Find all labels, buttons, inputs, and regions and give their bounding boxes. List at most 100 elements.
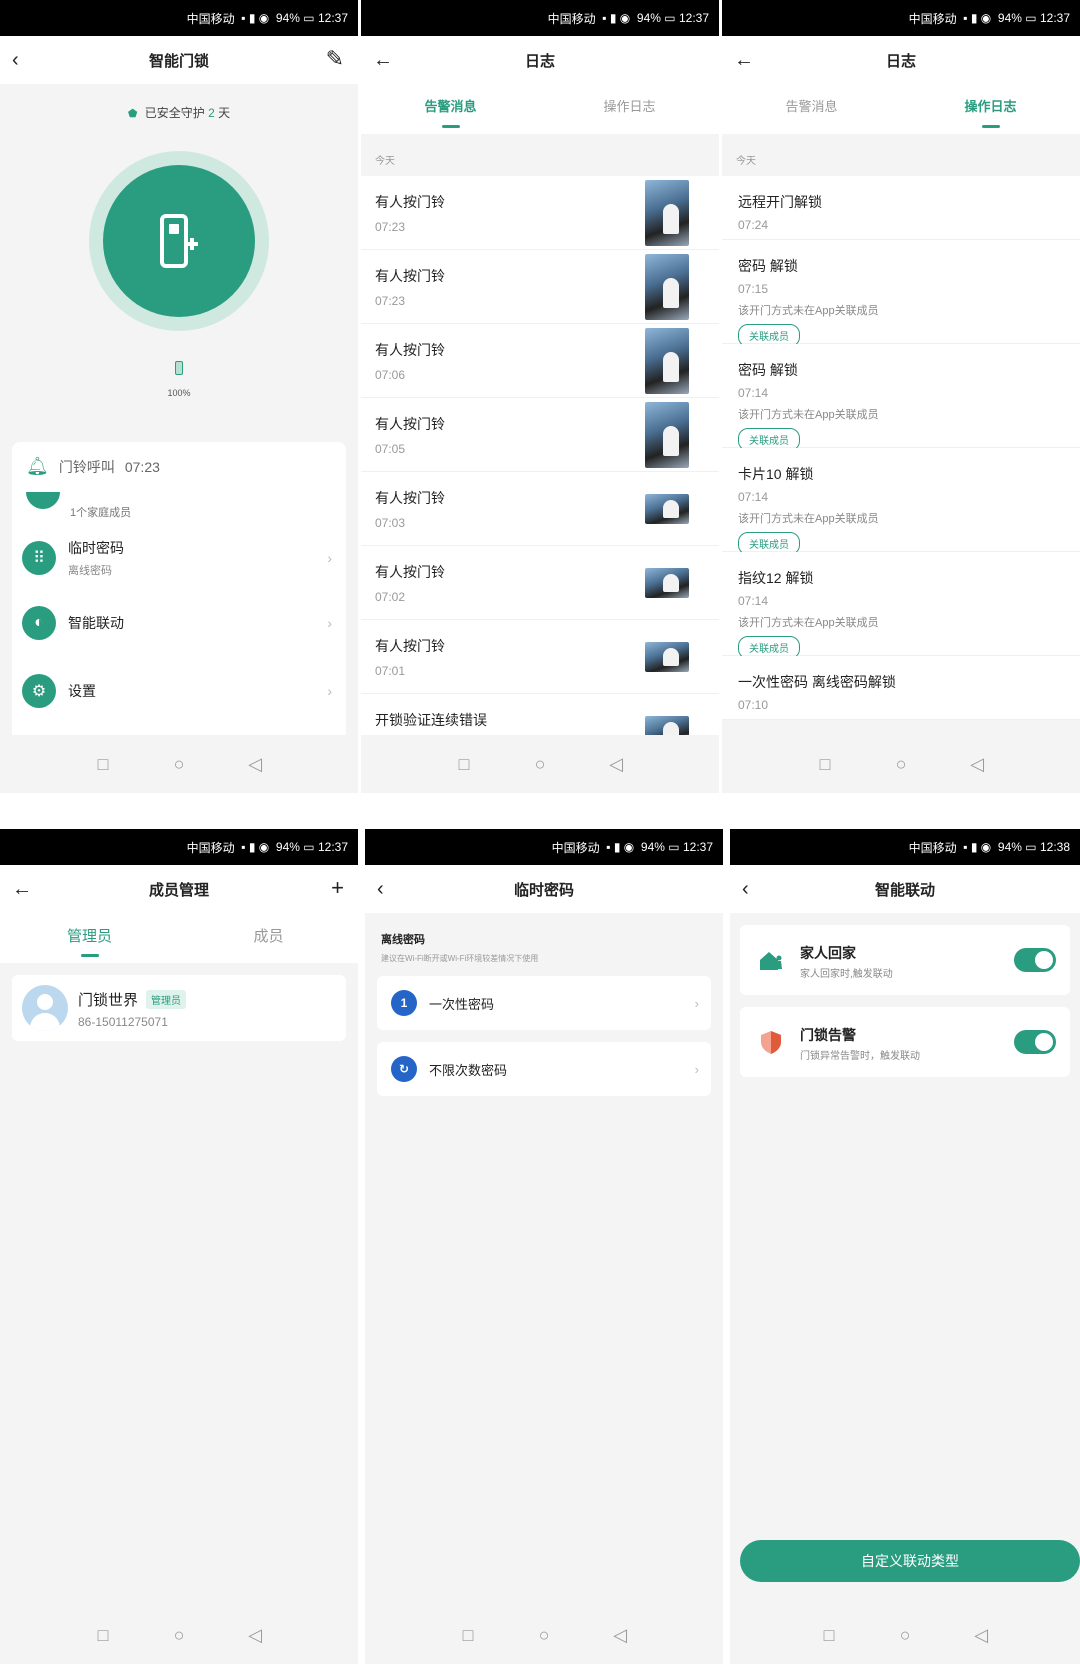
operation-row: 密码 解锁 07:14 该开门方式未在App关联成员 关联成员	[722, 344, 1080, 451]
back-triangle-icon[interactable]: ◁	[970, 1625, 992, 1646]
bell-icon: 🔔︎	[26, 456, 49, 476]
menu-settings[interactable]: ⚙ 设置 ›	[22, 674, 336, 708]
op-title: 一次性密码 离线密码解锁	[738, 674, 896, 690]
back-arrow-icon[interactable]: ←	[373, 48, 393, 72]
unlimited-password-item[interactable]: ↻ 不限次数密码 ›	[377, 1042, 711, 1096]
recent-apps-icon[interactable]: □	[814, 754, 836, 775]
tab-alarms[interactable]: 告警消息	[722, 84, 901, 134]
tab-operations[interactable]: 操作日志	[540, 84, 719, 134]
menu-temp-password[interactable]: ⠿ 临时密码 离线密码 ›	[22, 538, 336, 578]
chevron-right-icon: ›	[694, 995, 699, 1011]
menu-label: 智能联动	[68, 615, 124, 631]
members-sub: 1个家庭成员	[70, 507, 132, 519]
system-nav-bar: □ ○ ◁	[722, 735, 1080, 793]
home-icon[interactable]: ○	[168, 1625, 190, 1646]
lock-alarm-toggle[interactable]	[1014, 1030, 1056, 1054]
op-title: 密码 解锁	[738, 258, 798, 274]
menu-label: 临时密码	[68, 540, 124, 556]
snapshot-thumbnail[interactable]	[645, 180, 689, 246]
edit-icon[interactable]: ✎	[326, 46, 344, 72]
doorbell-row[interactable]: 🔔︎ 门铃呼叫 07:23	[26, 456, 160, 477]
family-members-row[interactable]: 1个家庭成员	[26, 492, 132, 520]
back-triangle-icon[interactable]: ◁	[244, 1625, 266, 1646]
alarm-row[interactable]: 有人按门铃 07:03	[361, 472, 719, 546]
alarm-row[interactable]: 有人按门铃 07:02	[361, 546, 719, 620]
clock: 12:37	[682, 840, 713, 854]
operation-row: 卡片10 解锁 07:14 该开门方式未在App关联成员 关联成员	[722, 448, 1080, 555]
menu-sub: 离线密码	[68, 565, 112, 577]
house-person-icon	[760, 952, 782, 970]
system-nav-bar: □ ○ ◁	[0, 735, 358, 793]
add-member-icon[interactable]: +	[331, 875, 344, 901]
log-tabs: 告警消息 操作日志	[722, 84, 1080, 134]
carrier-text: 中国移动	[551, 840, 600, 855]
back-icon[interactable]: ‹	[12, 48, 19, 72]
one-time-password-item[interactable]: 1 一次性密码 ›	[377, 976, 711, 1030]
recent-apps-icon[interactable]: □	[818, 1625, 840, 1646]
back-icon[interactable]: ‹	[377, 877, 384, 901]
alarm-row[interactable]: 有人按门铃 07:01	[361, 620, 719, 694]
op-title: 指纹12 解锁	[738, 570, 814, 586]
member-card[interactable]: 门锁世界 管理员 86-15011275071	[12, 975, 346, 1041]
home-icon[interactable]: ○	[894, 1625, 916, 1646]
snapshot-thumbnail[interactable]	[645, 494, 689, 524]
unlock-ring	[89, 151, 269, 331]
back-triangle-icon[interactable]: ◁	[244, 754, 266, 775]
recent-apps-icon[interactable]: □	[453, 754, 475, 775]
tab-operations[interactable]: 操作日志	[901, 84, 1080, 134]
snapshot-thumbnail[interactable]	[645, 402, 689, 468]
back-arrow-icon[interactable]: ←	[734, 48, 754, 72]
system-nav-bar: □ ○ ◁	[0, 1606, 358, 1664]
home-icon[interactable]: ○	[168, 754, 190, 775]
linkage-title: 门锁告警	[800, 1027, 856, 1043]
battery-icon	[175, 361, 183, 375]
avatar	[22, 985, 68, 1031]
tab-admin[interactable]: 管理员	[0, 913, 179, 963]
battery-text: 94%	[997, 840, 1022, 854]
alarm-row[interactable]: 有人按门铃 07:05	[361, 398, 719, 472]
op-title: 卡片10 解锁	[738, 466, 814, 482]
clock: 12:37	[317, 11, 348, 25]
operation-row: 指纹12 解锁 07:14 该开门方式未在App关联成员 关联成员	[722, 552, 1080, 659]
back-triangle-icon[interactable]: ◁	[609, 1625, 631, 1646]
title-bar: ← 成员管理 +	[0, 865, 358, 913]
alarm-row[interactable]: 有人按门铃 07:23	[361, 176, 719, 250]
home-icon[interactable]: ○	[529, 754, 551, 775]
unlock-button[interactable]	[103, 165, 255, 317]
snapshot-thumbnail[interactable]	[645, 642, 689, 672]
section-subtitle: 建议在Wi-Fi断开或Wi-Fi环境较差情况下使用	[381, 954, 539, 963]
recent-apps-icon[interactable]: □	[92, 754, 114, 775]
carrier-text: 中国移动	[908, 840, 957, 855]
snapshot-thumbnail[interactable]	[645, 568, 689, 598]
back-triangle-icon[interactable]: ◁	[605, 754, 627, 775]
menu-smart-linkage[interactable]: ◐ 智能联动 ›	[22, 606, 336, 640]
snapshot-thumbnail[interactable]	[645, 328, 689, 394]
shield-alert-icon	[761, 1031, 781, 1054]
offline-section-header: 离线密码 建议在Wi-Fi断开或Wi-Fi环境较差情况下使用	[365, 913, 723, 964]
toggle-icon: ◐	[22, 606, 56, 640]
operation-row: 一次性密码 离线密码解锁 07:10	[722, 656, 1080, 720]
recent-apps-icon[interactable]: □	[92, 1625, 114, 1646]
home-arrival-toggle[interactable]	[1014, 948, 1056, 972]
snapshot-thumbnail[interactable]	[645, 254, 689, 320]
custom-linkage-button[interactable]: 自定义联动类型	[740, 1540, 1080, 1582]
operation-list: 远程开门解锁 07:24 密码 解锁 07:15 该开门方式未在App关联成员 关联成员密…	[722, 176, 1080, 720]
alarm-row[interactable]: 有人按门铃 07:06	[361, 324, 719, 398]
back-icon[interactable]: ‹	[742, 877, 749, 901]
home-icon[interactable]: ○	[533, 1625, 555, 1646]
repeat-icon: ↻	[391, 1056, 417, 1082]
item-label: 不限次数密码	[429, 1062, 508, 1078]
tab-alarms[interactable]: 告警消息	[361, 84, 540, 134]
home-icon[interactable]: ○	[890, 754, 912, 775]
member-name-row: 门锁世界 管理员	[78, 989, 187, 1010]
tab-member[interactable]: 成员	[179, 913, 358, 963]
section-title: 离线密码	[381, 934, 425, 946]
alarm-row[interactable]: 有人按门铃 07:23	[361, 250, 719, 324]
battery-indicator: 100%	[0, 361, 358, 398]
back-triangle-icon[interactable]: ◁	[966, 754, 988, 775]
status-bar: 中国移动 ▪ ▮ ◉ 94% ▭ 12:37	[361, 0, 719, 36]
back-arrow-icon[interactable]: ←	[12, 877, 32, 901]
recent-apps-icon[interactable]: □	[457, 1625, 479, 1646]
status-bar: 中国移动 ▪ ▮ ◉ 94% ▭ 12:37	[0, 0, 358, 36]
op-note: 该开门方式未在App关联成员	[738, 617, 879, 629]
